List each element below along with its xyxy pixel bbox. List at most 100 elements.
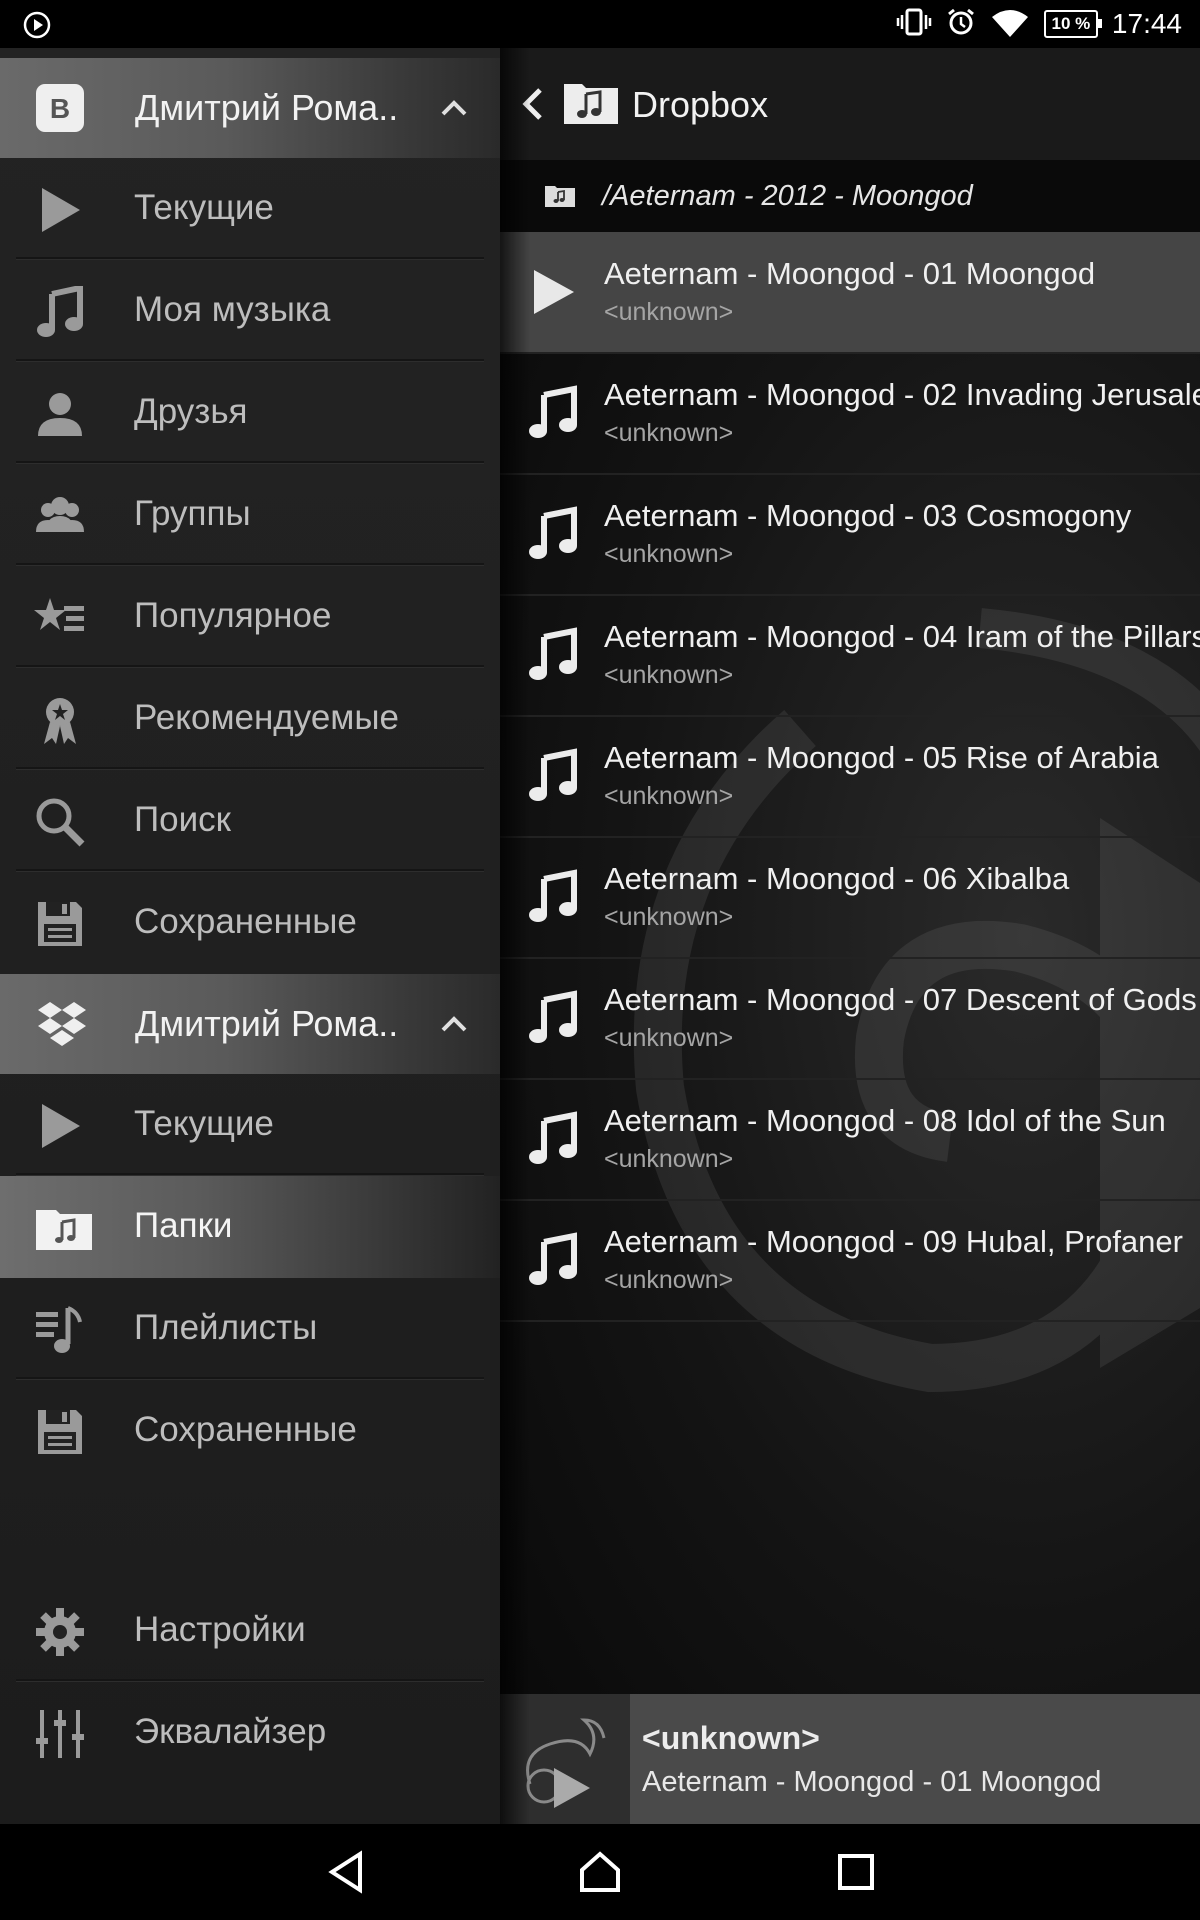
navigation-drawer: B Дмитрий Рома.. Текущие Моя музыка Друз… [0,48,500,1824]
svg-text:B: B [50,93,70,124]
track-row[interactable]: Aeternam - Moongod - 01 Moongod <unknown> [500,232,1200,354]
drawer-item-groups[interactable]: Группы [0,464,500,566]
track-title: Aeternam - Moongod - 01 Moongod [604,256,1096,291]
drawer-item-label: Друзья [134,392,248,431]
track-artist: <unknown> [604,1145,734,1173]
track-row[interactable]: Aeternam - Moongod - 09 Hubal, Profaner <… [500,1200,1200,1322]
status-bar: 10 % 17:44 [0,0,1200,48]
floppy-icon [34,898,86,950]
chevron-up-icon[interactable] [440,94,468,122]
drawer-item-recommended[interactable]: Рекомендуемые [0,668,500,770]
track-title: Aeternam - Moongod - 06 Xibalba [604,861,1070,896]
drawer-item-my-music[interactable]: Моя музыка [0,260,500,362]
album-art [500,1694,630,1824]
drawer-item-playlists[interactable]: Плейлисты [0,1278,500,1380]
account-header-dropbox[interactable]: Дмитрий Рома.. [0,974,500,1074]
gear-icon [34,1606,86,1658]
drawer-item-label: Сохраненные [134,902,357,941]
app-bar: Dropbox [500,48,1200,160]
drawer-item-label: Рекомендуемые [134,698,399,737]
drawer-item-search[interactable]: Поиск [0,770,500,872]
back-arrow-icon[interactable] [518,86,548,122]
track-row[interactable]: Aeternam - Moongod - 08 Idol of the Sun <… [500,1079,1200,1201]
playlist-icon [34,1304,86,1356]
vibrate-icon [896,7,932,42]
wifi-icon [990,7,1030,42]
system-navigation-bar [0,1824,1200,1920]
drawer-item-settings[interactable]: Настройки [0,1580,500,1682]
drawer-item-label: Моя музыка [134,290,331,329]
drawer-item-label: Популярное [134,596,332,635]
drawer-item-label: Поиск [134,800,231,839]
person-icon [34,388,86,440]
drawer-item-equalizer[interactable]: Эквалайзер [0,1682,500,1784]
drawer-item-label: Группы [134,494,251,533]
folder-path: /Aeternam - 2012 - Moongod [602,180,973,212]
chevron-up-icon[interactable] [440,1010,468,1038]
track-row[interactable]: Aeternam - Moongod - 04 Iram of the Pill… [500,595,1200,717]
track-title: Aeternam - Moongod - 03 Cosmogony [604,498,1132,533]
mini-player[interactable]: <unknown> Aeternam - Moongod - 01 Moongo… [500,1694,1200,1824]
music-note-icon [526,506,580,562]
track-title: Aeternam - Moongod - 04 Iram of the Pill… [604,619,1200,654]
track-row[interactable]: Aeternam - Moongod - 02 Invading Jerusal… [500,353,1200,475]
music-note-icon [526,748,580,804]
floppy-icon [34,1406,86,1458]
music-folder-icon [34,1202,92,1254]
drawer-item-label: Папки [134,1206,233,1245]
account-name: Дмитрий Рома.. [135,87,399,128]
drawer-item-label: Текущие [134,1104,274,1143]
track-title: Aeternam - Moongod - 05 Rise of Arabia [604,740,1159,775]
nav-recents-icon[interactable] [832,1848,880,1896]
track-artist: <unknown> [604,1266,734,1294]
track-row[interactable]: Aeternam - Moongod - 07 Descent of Gods <… [500,958,1200,1080]
alarm-icon [946,7,976,42]
track-artist: <unknown> [604,782,734,810]
account-header-vk[interactable]: B Дмитрий Рома.. [0,58,500,158]
drawer-item-current[interactable]: Текущие [0,158,500,260]
track-title: Aeternam - Moongod - 08 Idol of the Sun [604,1103,1166,1138]
drawer-item-popular[interactable]: Популярное [0,566,500,668]
drawer-item-label: Сохраненные [134,1410,357,1449]
music-folder-icon [562,80,620,126]
drawer-item-current-dropbox[interactable]: Текущие [0,1074,500,1176]
track-title: Aeternam - Moongod - 07 Descent of Gods [604,982,1197,1017]
search-icon [34,796,86,848]
drawer-item-friends[interactable]: Друзья [0,362,500,464]
play-icon [34,1100,86,1152]
music-note-icon [526,869,580,925]
track-row[interactable]: Aeternam - Moongod - 06 Xibalba <unknown> [500,837,1200,959]
play-icon [34,184,86,236]
track-row[interactable]: Aeternam - Moongod - 03 Cosmogony <unknow… [500,474,1200,596]
track-title: Aeternam - Moongod - 02 Invading Jerusal… [604,377,1200,412]
clock: 17:44 [1111,8,1182,39]
now-playing-title: Aeternam - Moongod - 01 Moongod [642,1766,1102,1798]
drawer-item-folders[interactable]: Папки [0,1176,500,1278]
page-title: Dropbox [632,84,769,125]
nav-back-icon[interactable] [322,1848,370,1896]
account-name: Дмитрий Рома.. [135,1003,399,1044]
music-folder-icon [544,184,576,208]
track-artist: <unknown> [604,540,734,568]
breadcrumb: /Aeternam - 2012 - Moongod [500,160,1200,232]
drawer-item-saved-dropbox[interactable]: Сохраненные [0,1380,500,1482]
nav-home-icon[interactable] [576,1848,624,1896]
battery-indicator: 10 % [1043,10,1102,38]
vk-logo-icon: B [36,84,84,132]
play-icon [526,264,580,320]
track-artist: <unknown> [604,1024,734,1052]
music-note-icon [526,1111,580,1167]
track-title: Aeternam - Moongod - 09 Hubal, Profaner [604,1224,1183,1259]
star-list-icon [34,592,86,644]
award-icon [34,694,86,746]
drawer-item-label: Текущие [134,188,274,227]
drawer-item-saved[interactable]: Сохраненные [0,872,500,974]
folder-browser: Dropbox /Aeternam - 2012 - Moongod Aeter… [500,48,1200,1824]
music-note-icon [34,284,86,338]
dropbox-icon [36,1000,86,1048]
track-artist: <unknown> [604,298,734,326]
track-row[interactable]: Aeternam - Moongod - 05 Rise of Arabia <u… [500,716,1200,838]
music-note-icon [526,1232,580,1288]
drawer-item-label: Эквалайзер [134,1712,327,1751]
now-playing-artist: <unknown> [642,1720,820,1756]
